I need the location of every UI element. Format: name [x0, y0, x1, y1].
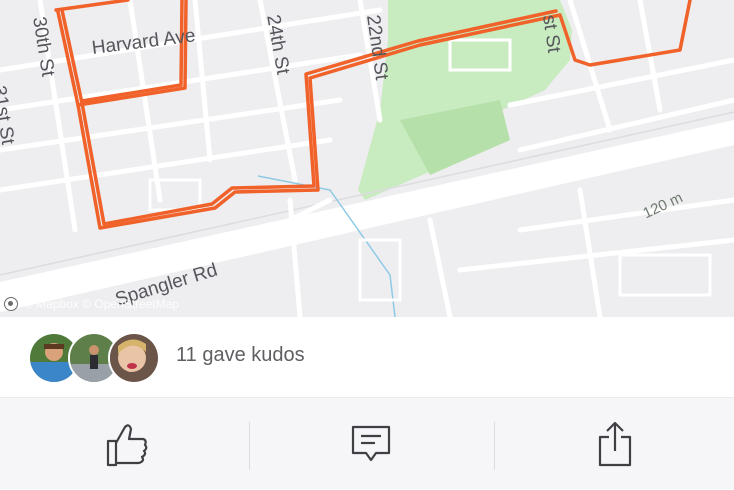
mapbox-logo-icon — [4, 297, 18, 311]
share-button[interactable] — [555, 398, 675, 490]
action-bar — [0, 397, 734, 489]
kudos-avatars[interactable] — [28, 332, 160, 384]
comment-button[interactable] — [311, 398, 431, 490]
avatar-3-image — [110, 334, 158, 382]
kudos-count-text[interactable]: 11 gave kudos — [176, 344, 305, 367]
share-icon — [598, 421, 632, 467]
route-map[interactable]: 30th St 31st St Harvard Ave 24th St 22nd… — [0, 0, 734, 317]
give-kudos-button[interactable] — [67, 398, 187, 490]
thumbs-up-icon — [106, 424, 148, 467]
attribution-text: © Mapbox © OpenStreetMap — [24, 297, 180, 311]
map-attribution[interactable]: © Mapbox © OpenStreetMap — [4, 295, 179, 313]
action-divider — [494, 422, 495, 470]
action-divider — [249, 422, 250, 470]
kudos-row[interactable]: 11 gave kudos — [0, 317, 734, 397]
avatar[interactable] — [108, 332, 160, 384]
comment-icon — [351, 425, 391, 462]
